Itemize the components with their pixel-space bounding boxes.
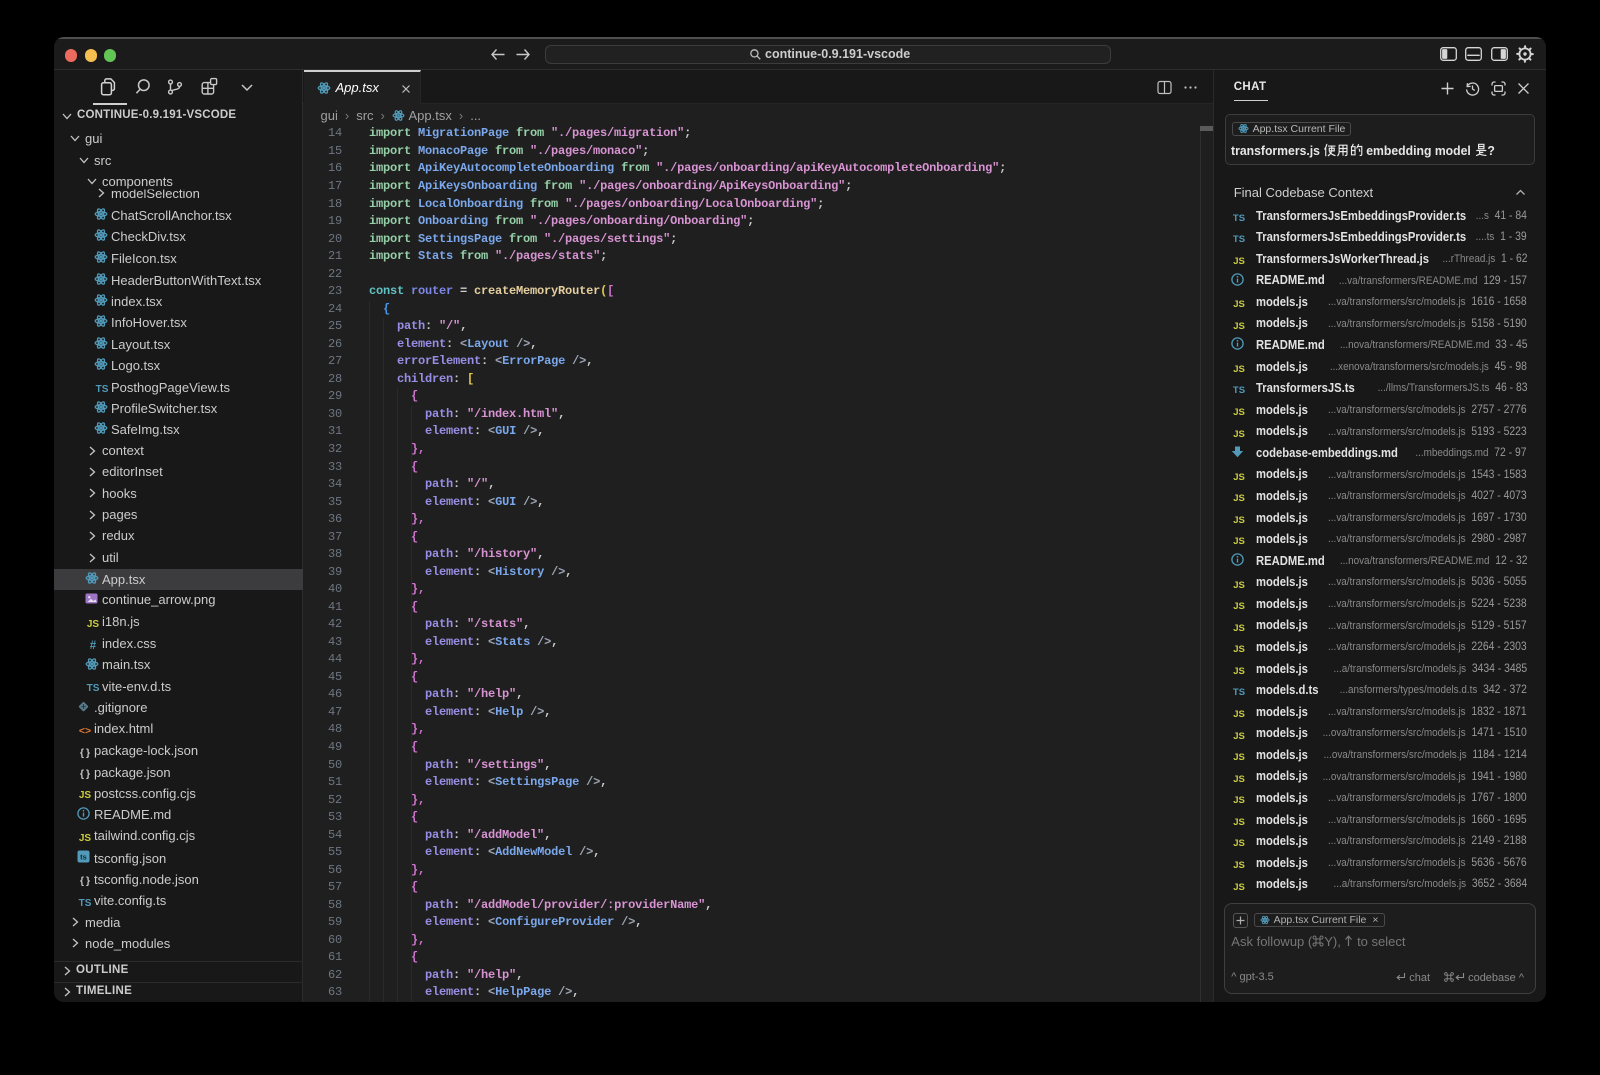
svg-text:ts: ts — [80, 853, 87, 862]
